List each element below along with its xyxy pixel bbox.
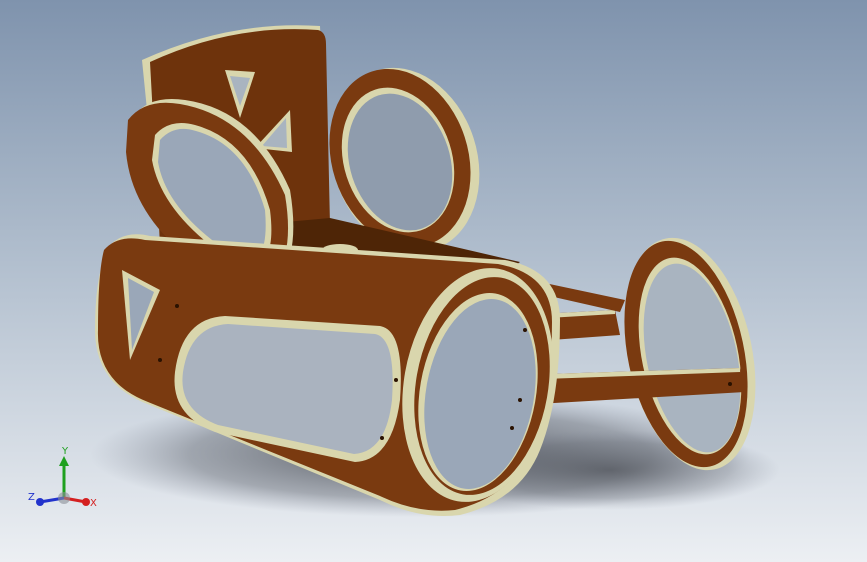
x-axis-dot <box>82 498 90 506</box>
orientation-triad[interactable]: Y X Z <box>22 440 112 520</box>
z-axis-label: Z <box>28 492 35 503</box>
3d-viewport[interactable]: Y X Z <box>0 0 867 562</box>
y-axis-arrow <box>59 456 69 466</box>
x-axis-label: X <box>90 498 97 509</box>
rocking-chair-model[interactable] <box>0 0 867 562</box>
y-axis-label: Y <box>61 446 69 457</box>
triad-origin <box>58 492 70 504</box>
z-axis-dot <box>36 498 44 506</box>
